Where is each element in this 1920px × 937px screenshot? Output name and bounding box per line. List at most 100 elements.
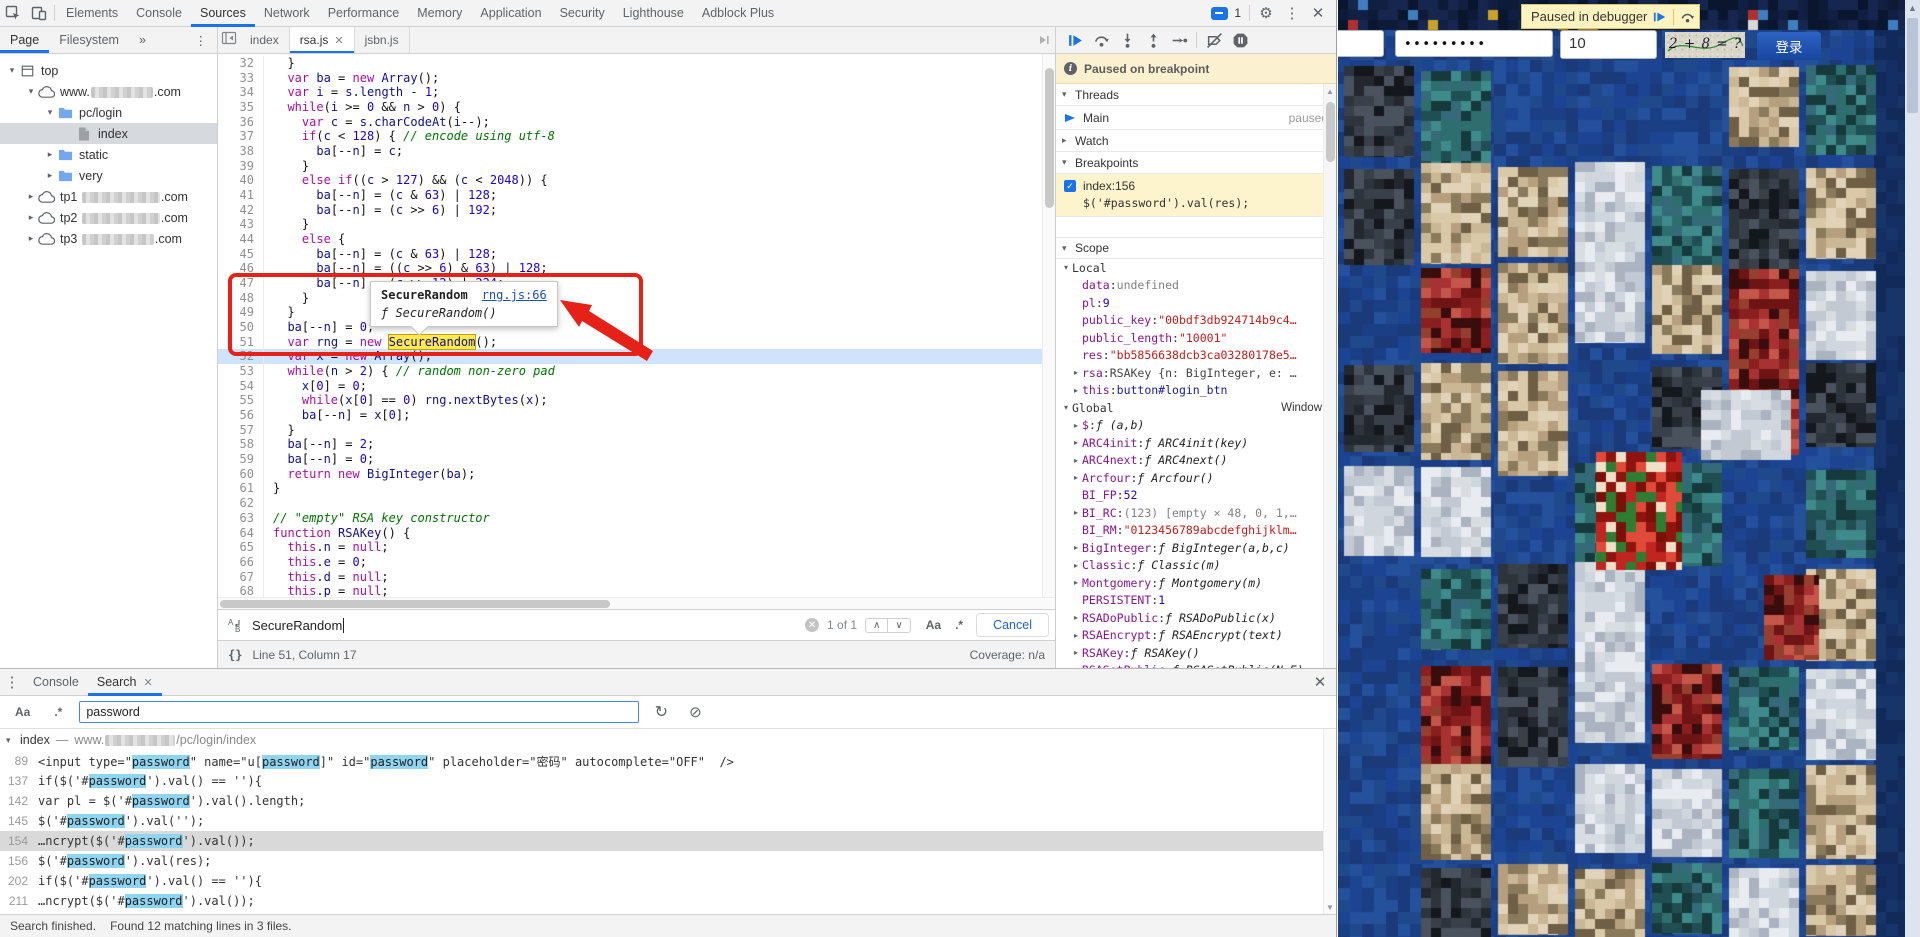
scope-var-rsadopublic[interactable]: ▸ RSADoPublic: ƒ RSADoPublic(x) <box>1056 609 1336 627</box>
find-next-icon[interactable]: ∨ <box>887 618 909 632</box>
search-input[interactable]: password <box>79 701 640 723</box>
line-number[interactable]: 35 <box>218 100 264 115</box>
search-result-line-211[interactable]: 211 …ncrypt($('#password').val()); <box>0 891 1336 911</box>
amount-input[interactable]: 10 <box>1560 30 1657 59</box>
devtools-tab-console[interactable]: Console <box>127 0 191 27</box>
line-number[interactable]: 65 <box>218 540 264 555</box>
devtools-tab-performance[interactable]: Performance <box>319 0 409 27</box>
hide-navigator-icon[interactable] <box>218 27 240 49</box>
scope-var-montgomery[interactable]: ▸ Montgomery: ƒ Montgomery(m) <box>1056 574 1336 592</box>
expand-arrow-icon[interactable]: ▸ <box>1070 578 1082 587</box>
expand-arrow-icon[interactable]: ▸ <box>25 212 37 223</box>
scope-var-bi-rc[interactable]: ▸ BI_RC: (123) [empty × 48, 0, 1,… <box>1056 504 1336 522</box>
scroll-up-icon[interactable]: ▲ <box>1324 84 1336 96</box>
close-devtools-icon[interactable]: ✕ <box>1306 1 1330 25</box>
deactivate-breakpoints-icon[interactable] <box>1203 29 1225 51</box>
line-number[interactable]: 63 <box>218 510 264 526</box>
step-out-icon[interactable] <box>1142 29 1164 51</box>
cancel-button[interactable]: Cancel <box>976 613 1049 637</box>
line-number[interactable]: 55 <box>218 393 264 409</box>
clear-find-icon[interactable]: ✕ <box>805 618 820 632</box>
debugger-scroll-thumb[interactable] <box>1326 102 1335 162</box>
line-number[interactable]: 61 <box>218 481 264 497</box>
line-number[interactable]: 38 <box>218 144 264 159</box>
scope-var-bi-fp[interactable]: BI_FP: 52 <box>1056 487 1336 505</box>
expand-arrow-icon[interactable]: ▸ <box>1070 613 1082 622</box>
find-previous-icon[interactable]: ∧ <box>866 619 887 632</box>
line-number[interactable]: 33 <box>218 70 264 86</box>
device-toolbar-icon[interactable] <box>26 0 52 26</box>
drawer-menu-icon[interactable]: ⋮ <box>0 670 24 694</box>
tab-console[interactable]: Console <box>24 669 88 696</box>
line-number[interactable]: 36 <box>218 114 264 130</box>
expand-arrow-icon[interactable]: ▾ <box>6 65 18 76</box>
line-number[interactable]: 43 <box>218 217 264 233</box>
tree-item-top[interactable]: ▾ top <box>0 60 217 81</box>
line-number[interactable]: 46 <box>218 261 264 277</box>
toast-step-over-icon[interactable] <box>1680 9 1695 24</box>
line-number[interactable]: 54 <box>218 378 264 394</box>
devtools-tab-application[interactable]: Application <box>471 0 550 27</box>
step-into-icon[interactable] <box>1116 29 1138 51</box>
devtools-tab-elements[interactable]: Elements <box>57 0 127 27</box>
expand-arrow-icon[interactable]: ▸ <box>44 170 56 181</box>
username-input-partial[interactable] <box>1338 30 1384 57</box>
search-result-line-142[interactable]: 142 var pl = $('#password').val().length; <box>0 791 1336 811</box>
find-input[interactable]: SecureRandom <box>246 617 805 633</box>
scope-var-this[interactable]: ▸ this: button#login_btn <box>1056 382 1336 400</box>
scope-var-biginteger[interactable]: ▸ BigInteger: ƒ BigInteger(a,b,c) <box>1056 539 1336 557</box>
tab-search[interactable]: Search ✕ <box>88 669 162 696</box>
expand-arrow-icon[interactable]: ▸ <box>1070 631 1082 640</box>
line-number[interactable]: 37 <box>218 129 264 145</box>
editor-vscroll-thumb[interactable] <box>1045 68 1054 208</box>
expand-arrow-icon[interactable]: ▸ <box>1070 561 1082 570</box>
scope-var-rsa[interactable]: ▸ rsa: RSAKey {n: BigInteger, e: … <box>1056 364 1336 382</box>
tree-item-pc-login[interactable]: ▾ pc/login <box>0 102 217 123</box>
scope-var-data[interactable]: data: undefined <box>1056 277 1336 295</box>
navigator-menu-icon[interactable]: ⋮ <box>185 27 218 53</box>
password-input[interactable]: ••••••••• <box>1395 30 1553 57</box>
breakpoint-checkbox[interactable]: ✓ <box>1064 180 1076 192</box>
expand-arrow-icon[interactable]: ▸ <box>1070 666 1082 668</box>
page-scroll-thumb[interactable] <box>1907 18 1918 113</box>
expand-arrow-icon[interactable]: ▸ <box>1070 456 1082 465</box>
line-number[interactable]: 39 <box>218 158 264 174</box>
scope-group-global[interactable]: ▾ Global Window <box>1056 399 1336 417</box>
line-number[interactable]: 42 <box>218 202 264 218</box>
resume-script-icon[interactable] <box>1064 29 1086 51</box>
pause-on-exceptions-icon[interactable] <box>1229 29 1251 51</box>
scope-var-rsakey[interactable]: ▸ RSAKey: ƒ RSAKey() <box>1056 644 1336 662</box>
editor-tab-jsbn-js[interactable]: jsbn.js <box>355 27 410 53</box>
tooltip-source-link[interactable]: rng.js:66 <box>482 288 547 302</box>
scope-var-arc4init[interactable]: ▸ ARC4init: ƒ ARC4init(key) <box>1056 434 1336 452</box>
scope-var-classic[interactable]: ▸ Classic: ƒ Classic(m) <box>1056 557 1336 575</box>
search-match-case-toggle[interactable]: Aa <box>8 705 37 719</box>
scope-group-local[interactable]: ▾ Local <box>1056 259 1336 277</box>
toast-resume-icon[interactable] <box>1653 10 1667 24</box>
devtools-tab-network[interactable]: Network <box>255 0 319 27</box>
thread-main-row[interactable]: Main paused <box>1056 106 1336 130</box>
devtools-tab-adblock-plus[interactable]: Adblock Plus <box>693 0 783 27</box>
editor-hscroll-thumb[interactable] <box>220 600 610 608</box>
search-result-line-156[interactable]: 156 $('#password').val(res); <box>0 851 1336 871</box>
tree-item-tp3[interactable]: ▸ tp3 .com <box>0 228 217 249</box>
line-number[interactable]: 57 <box>218 422 264 438</box>
code-editor[interactable]: 32 } 33 var ba = new Array(); 34 var i = s… <box>218 54 1055 668</box>
scope-var--[interactable]: ▸ $: ƒ (a,b) <box>1056 417 1336 435</box>
breakpoints-section-header[interactable]: ▾ Breakpoints <box>1056 152 1336 174</box>
editor-tab-index[interactable]: index <box>240 27 290 53</box>
scroll-up-icon[interactable]: ▲ <box>1905 0 1920 13</box>
scope-var-public-length[interactable]: public_length: "10001" <box>1056 329 1336 347</box>
line-number[interactable]: 51 <box>218 334 264 350</box>
line-number[interactable]: 44 <box>218 232 264 247</box>
expand-arrow-icon[interactable]: ▾ <box>25 86 37 97</box>
line-number[interactable]: 52 <box>218 349 264 365</box>
expand-arrow-icon[interactable]: ▸ <box>1070 473 1082 482</box>
line-number[interactable]: 32 <box>218 56 264 71</box>
expand-arrow-icon[interactable]: ▸ <box>44 149 56 160</box>
scope-var-public-key[interactable]: public_key: "00bdf3db924714b9c4… <box>1056 312 1336 330</box>
find-replace-toggle-icon[interactable]: AB <box>224 614 246 636</box>
line-number[interactable]: 60 <box>218 466 264 482</box>
scope-var-res[interactable]: res: "bb5856638dcb3ca03280178e5… <box>1056 347 1336 365</box>
expand-arrow-icon[interactable]: ▸ <box>1070 438 1082 447</box>
